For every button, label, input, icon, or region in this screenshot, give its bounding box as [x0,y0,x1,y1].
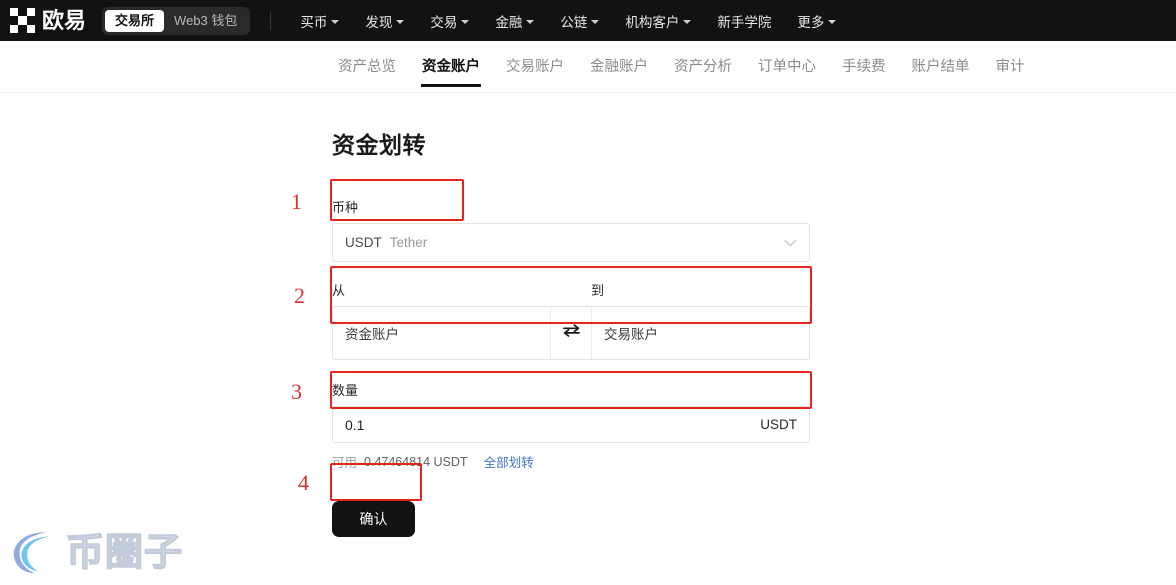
nav-label: 新手学院 [717,14,772,30]
nav-item-more[interactable]: 更多 [784,11,849,31]
tab-fees[interactable]: 手续费 [829,41,899,93]
to-label: 到 [591,283,605,298]
nav-label: 发现 [365,14,393,30]
nav-label: 交易 [430,14,458,30]
chevron-down-icon [396,19,405,24]
platform-toggle[interactable]: 交易所 Web3 钱包 [102,6,251,35]
tab-asset-analysis[interactable]: 资产分析 [661,41,745,93]
transfer-all-link[interactable]: 全部划转 [484,452,534,471]
amount-input[interactable]: 0.1 USDT [332,406,810,443]
logo-text: 欧易 [42,7,87,33]
okx-logo[interactable]: 欧易 [10,8,86,33]
amount-label: 数量 [332,383,359,398]
nav-item-public-chain[interactable]: 公链 [547,11,612,31]
currency-select[interactable]: USDT Tether [332,223,810,262]
confirm-button[interactable]: 确认 [332,501,415,537]
main-nav: 买币 发现 交易 金融 公链 机构客户 新手学院 更多 [287,11,849,31]
currency-code: USDT [345,235,382,250]
from-label: 从 [332,283,346,298]
step-number-4: 4 [298,470,309,495]
swap-accounts-button[interactable] [550,306,592,360]
step-number-3: 3 [291,379,302,404]
balance-label: 可用 [332,456,358,470]
chevron-down-icon [784,237,797,249]
from-account-select[interactable]: 资金账户 [332,306,550,360]
tab-audit[interactable]: 审计 [983,41,1038,93]
nav-item-academy[interactable]: 新手学院 [704,11,784,31]
toggle-exchange[interactable]: 交易所 [105,9,165,32]
balance-value: 0.47464814 USDT [364,454,468,469]
step-number-1: 1 [291,189,302,214]
to-account-select[interactable]: 交易账户 [592,306,810,360]
to-account-value: 交易账户 [604,327,658,342]
amount-unit: USDT [760,417,797,432]
nav-label: 公链 [560,14,588,30]
watermark: 币圈子 [6,523,183,581]
account-pair: 资金账户 交易账户 [332,306,810,360]
step-number-2: 2 [294,283,305,308]
tab-account-statement[interactable]: 账户结单 [899,41,983,93]
toggle-web3-wallet[interactable]: Web3 钱包 [164,10,247,32]
transfer-page: 资金划转 币种 USDT Tether 从 到 资金账户 交易账户 数量 0.1… [0,93,1176,537]
tab-funding-account[interactable]: 资金账户 [409,41,493,93]
tab-order-center[interactable]: 订单中心 [745,41,829,93]
chevron-down-icon [591,19,600,24]
top-header: 欧易 交易所 Web3 钱包 买币 发现 交易 金融 公链 机构客户 新手学院 … [0,0,1176,41]
tab-financial-account[interactable]: 金融账户 [577,41,661,93]
nav-item-trade[interactable]: 交易 [417,11,482,31]
swap-arrows-icon [562,323,581,343]
okx-checkerboard-logo-icon [10,8,35,33]
watermark-logo-icon [13,532,51,574]
chevron-down-icon [331,19,340,24]
from-account-value: 资金账户 [345,327,399,342]
tab-asset-overview[interactable]: 资产总览 [325,41,409,93]
currency-name: Tether [389,235,428,250]
accounts-labels: 从 到 [332,280,810,299]
nav-item-institutional[interactable]: 机构客户 [612,11,704,31]
nav-label: 买币 [300,14,328,30]
nav-item-buy-crypto[interactable]: 买币 [287,11,352,31]
chevron-down-icon [683,19,692,24]
account-subnav: 资产总览 资金账户 交易账户 金融账户 资产分析 订单中心 手续费 账户结单 审… [0,41,1176,93]
nav-label: 机构客户 [625,14,680,30]
tab-trading-account[interactable]: 交易账户 [493,41,577,93]
chevron-down-icon [828,19,837,24]
amount-value: 0.1 [345,416,365,433]
nav-item-discover[interactable]: 发现 [352,11,417,31]
watermark-text: 币圈子 [65,530,184,574]
currency-label: 币种 [332,200,359,215]
nav-item-finance[interactable]: 金融 [482,11,547,31]
chevron-down-icon [461,19,470,24]
page-title: 资金划转 [332,132,426,158]
transfer-form: 资金划转 币种 USDT Tether 从 到 资金账户 交易账户 数量 0.1… [332,126,810,537]
nav-label: 金融 [495,14,523,30]
nav-label: 更多 [797,14,825,30]
chevron-down-icon [526,19,535,24]
available-balance: 可用 0.47464814 USDT 全部划转 [332,452,810,471]
header-divider [270,11,272,30]
